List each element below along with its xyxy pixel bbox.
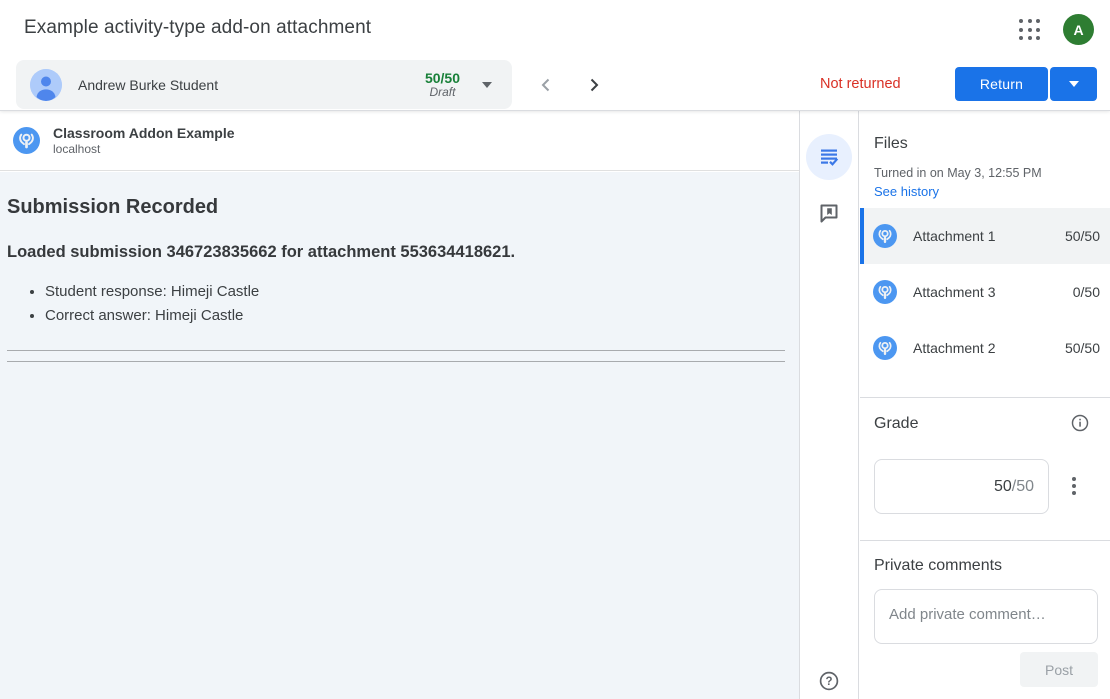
addon-icon	[873, 336, 897, 360]
student-score-block: 50/50 Draft	[425, 70, 460, 100]
grade-field[interactable]: /50	[874, 459, 1049, 514]
divider	[860, 540, 1110, 541]
account-avatar[interactable]: A	[1063, 14, 1094, 45]
attachment-name: Attachment 3	[913, 284, 996, 300]
student-name: Andrew Burke Student	[78, 77, 218, 93]
addon-host: localhost	[53, 142, 235, 158]
info-icon	[1069, 412, 1091, 434]
attachment-score: 0/50	[1073, 284, 1100, 300]
list-item: Student response: Himeji Castle	[45, 280, 792, 304]
private-comments-title: Private comments	[874, 557, 1002, 575]
svg-text:?: ?	[825, 676, 832, 688]
addon-icon	[873, 280, 897, 304]
addon-content: Submission Recorded Loaded submission 34…	[0, 172, 799, 699]
page-title: Example activity-type add-on attachment	[24, 17, 371, 39]
previous-student-button[interactable]	[534, 73, 558, 97]
attachment-list: Attachment 1 50/50 Attachment 3 0/50 A	[860, 208, 1110, 376]
grading-panel: Files Turned in on May 3, 12:55 PM See h…	[860, 111, 1110, 699]
student-selector[interactable]: Andrew Burke Student 50/50 Draft	[16, 60, 512, 109]
private-comment-input[interactable]	[874, 589, 1098, 644]
app-header: Example activity-type add-on attachment …	[0, 0, 1110, 111]
addon-name: Classroom Addon Example	[53, 124, 235, 142]
grade-menu-button[interactable]	[1062, 471, 1086, 501]
attachment-row[interactable]: Attachment 2 50/50	[860, 320, 1110, 376]
chevron-down-icon	[482, 82, 492, 88]
turned-in-timestamp: Turned in on May 3, 12:55 PM	[874, 166, 1042, 180]
chevron-left-icon	[534, 73, 558, 97]
help-icon: ?	[817, 669, 841, 693]
post-comment-button[interactable]: Post	[1020, 652, 1098, 687]
comment-bank-icon	[817, 201, 841, 225]
grade-section-title: Grade	[874, 415, 918, 433]
attachment-name: Attachment 1	[913, 228, 996, 244]
attachment-row[interactable]: Attachment 3 0/50	[860, 264, 1110, 320]
submission-heading: Submission Recorded	[7, 196, 792, 219]
attachment-row[interactable]: Attachment 1 50/50	[860, 208, 1110, 264]
return-button[interactable]: Return	[955, 67, 1048, 101]
google-apps-grid-icon[interactable]	[1017, 17, 1043, 43]
student-score: 50/50	[425, 70, 460, 86]
grade-input[interactable]	[952, 478, 1012, 496]
submission-lead: Loaded submission 346723835662 for attac…	[7, 243, 792, 262]
grading-tab-button[interactable]	[806, 134, 852, 180]
addon-icon	[13, 127, 40, 154]
student-avatar-icon	[30, 69, 62, 101]
attachment-score: 50/50	[1065, 228, 1100, 244]
help-button[interactable]: ?	[817, 669, 841, 693]
addon-header: Classroom Addon Example localhost	[0, 111, 799, 171]
divider	[7, 361, 785, 362]
return-status: Not returned	[820, 75, 912, 93]
return-dropdown-button[interactable]	[1050, 67, 1097, 101]
chevron-right-icon	[582, 73, 606, 97]
submission-details-list: Student response: Himeji Castle Correct …	[7, 280, 792, 328]
attachment-name: Attachment 2	[913, 340, 996, 356]
next-student-button[interactable]	[582, 73, 606, 97]
submission-view: Classroom Addon Example localhost Submis…	[0, 111, 800, 699]
addon-icon	[873, 224, 897, 248]
files-section-title: Files	[874, 135, 908, 153]
divider	[7, 350, 785, 351]
grading-icon	[817, 145, 841, 169]
student-grade-state: Draft	[425, 86, 460, 100]
grade-info-button[interactable]	[1067, 411, 1093, 437]
chevron-down-icon	[1069, 81, 1079, 87]
list-item: Correct answer: Himeji Castle	[45, 304, 792, 328]
attachment-score: 50/50	[1065, 340, 1100, 356]
divider	[860, 397, 1110, 398]
side-icon-rail: ?	[800, 111, 859, 699]
grade-denominator: /50	[1012, 478, 1034, 496]
see-history-link[interactable]: See history	[874, 184, 939, 199]
selected-indicator	[860, 208, 864, 264]
comment-bank-button[interactable]	[817, 201, 841, 225]
